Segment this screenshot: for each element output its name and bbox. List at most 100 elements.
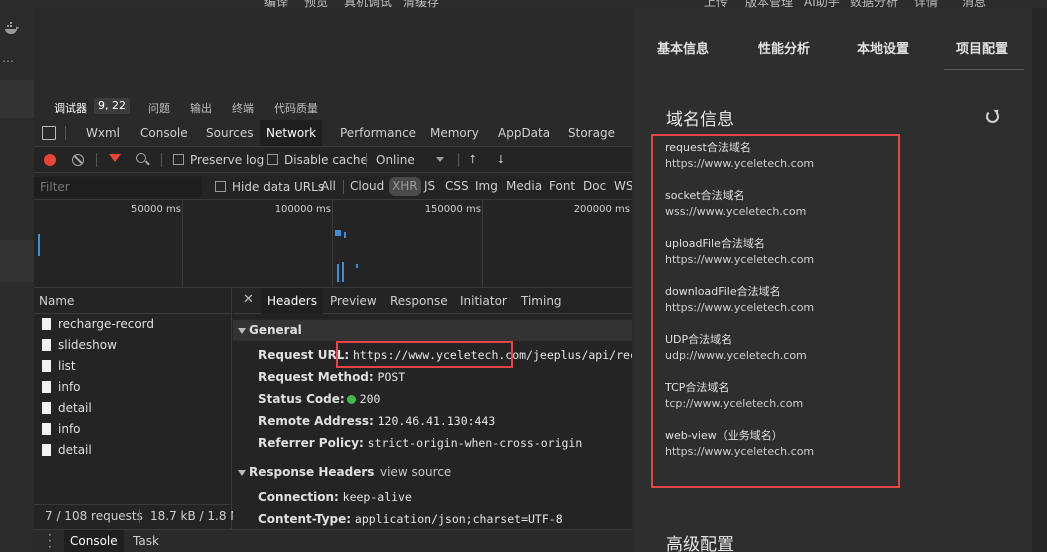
- domain-entry: downloadFile合法域名 https://www.yceletech.co…: [665, 284, 814, 316]
- top-menubar: 编译 预览 真机调试 清缓存 上传 版本管理 AI助手 数据分析 详情 消息: [0, 0, 1047, 8]
- tab-network[interactable]: Network: [260, 120, 323, 146]
- status-code-value: 200: [359, 392, 381, 406]
- disable-cache-checkbox[interactable]: [267, 154, 278, 165]
- type-filter-xhr[interactable]: XHR: [389, 177, 421, 196]
- scrollbar-track[interactable]: [1032, 8, 1047, 552]
- clear-icon[interactable]: [72, 154, 84, 166]
- request-row[interactable]: detail: [34, 398, 231, 419]
- tab-code-quality[interactable]: 代码质量: [274, 100, 318, 116]
- sidebar-block[interactable]: [0, 80, 34, 118]
- tab-headers[interactable]: Headers: [261, 288, 323, 314]
- request-row[interactable]: detail: [34, 440, 231, 461]
- import-har-icon[interactable]: ⭡: [470, 152, 476, 167]
- tab-output[interactable]: 输出: [190, 100, 212, 116]
- name-column-header[interactable]: Name: [34, 288, 231, 314]
- status-ok-icon: [346, 395, 356, 404]
- request-row[interactable]: recharge-record: [34, 314, 231, 335]
- divider: [366, 153, 367, 167]
- search-icon[interactable]: [136, 153, 146, 163]
- remote-address-value: 120.46.41.130:443: [377, 414, 496, 428]
- domain-info-title: 域名信息: [666, 110, 734, 130]
- clear-cache-button[interactable]: 清缓存: [403, 0, 439, 8]
- request-row[interactable]: list: [34, 356, 231, 377]
- hide-data-urls-label: Hide data URLs: [232, 180, 325, 194]
- filter-input[interactable]: [34, 177, 202, 197]
- export-har-icon[interactable]: ⭣: [498, 152, 504, 167]
- throttling-select[interactable]: Online: [376, 153, 415, 167]
- tab-issues[interactable]: 问题: [148, 100, 170, 116]
- compile-button[interactable]: 编译: [264, 0, 288, 8]
- tab-terminal[interactable]: 终端: [232, 100, 254, 116]
- upload-button[interactable]: 上传: [704, 0, 728, 8]
- sidebar-block[interactable]: [0, 240, 34, 282]
- request-row[interactable]: info: [34, 419, 231, 440]
- tab-storage[interactable]: Storage: [562, 120, 621, 146]
- tab-appdata[interactable]: AppData: [492, 120, 556, 146]
- tab-drawer-task[interactable]: Task: [127, 530, 165, 552]
- field-label: Referrer Policy:: [258, 436, 364, 450]
- tab-performance[interactable]: Performance: [334, 120, 422, 146]
- type-filter-media[interactable]: Media: [503, 177, 545, 196]
- type-filter-doc[interactable]: Doc: [580, 177, 609, 196]
- tab-project-config[interactable]: 项目配置: [956, 38, 1008, 57]
- request-row[interactable]: slideshow: [34, 335, 231, 356]
- request-detail-pane: ✕ Headers Preview Response Initiator Tim…: [233, 288, 632, 534]
- network-overview-timeline[interactable]: 50000 ms 100000 ms 150000 ms 200000 ms: [34, 200, 632, 288]
- gridline: [332, 200, 333, 288]
- request-mark: [356, 264, 358, 268]
- device-debug-button[interactable]: 真机调试: [344, 0, 392, 8]
- messages-button[interactable]: 消息: [962, 0, 986, 8]
- drawer-menu-icon[interactable]: · · ·: [48, 529, 52, 552]
- tab-initiator[interactable]: Initiator: [454, 288, 513, 314]
- ai-assistant-button[interactable]: AI助手: [804, 0, 840, 8]
- details-button[interactable]: 详情: [914, 0, 938, 8]
- type-filter-font[interactable]: Font: [546, 177, 578, 196]
- version-button[interactable]: 版本管理: [745, 0, 793, 8]
- view-source-link[interactable]: view source: [380, 462, 451, 483]
- tab-wxml[interactable]: Wxml: [80, 120, 126, 146]
- tab-timing[interactable]: Timing: [515, 288, 568, 314]
- tab-sources[interactable]: Sources: [200, 120, 259, 146]
- type-filter-js[interactable]: JS: [421, 177, 438, 196]
- domain-entry: UDP合法域名 udp://www.yceletech.com: [665, 332, 807, 364]
- domain-name: socket合法域名: [665, 189, 745, 202]
- hide-data-urls-checkbox[interactable]: [215, 181, 226, 192]
- type-filter-all[interactable]: All: [318, 177, 339, 196]
- filter-icon[interactable]: [109, 154, 121, 162]
- general-section-header[interactable]: General: [233, 320, 632, 341]
- tab-drawer-console[interactable]: Console: [64, 530, 124, 552]
- tab-response[interactable]: Response: [384, 288, 454, 314]
- status-code-row: Status Code: 200: [258, 388, 380, 410]
- preview-button[interactable]: 预览: [304, 0, 328, 8]
- file-icon: [42, 360, 51, 372]
- request-row[interactable]: info: [34, 377, 231, 398]
- divider: [96, 153, 97, 167]
- gridline: [182, 200, 183, 288]
- chevron-down-icon[interactable]: [436, 157, 444, 162]
- tab-preview[interactable]: Preview: [324, 288, 383, 314]
- tab-performance-analysis[interactable]: 性能分析: [758, 38, 810, 57]
- simulator-strip: [34, 8, 632, 90]
- request-mark: [337, 264, 339, 282]
- preserve-log-checkbox[interactable]: [173, 154, 184, 165]
- close-icon[interactable]: ✕: [243, 292, 254, 307]
- type-filter-css[interactable]: CSS: [442, 177, 472, 196]
- more-icon[interactable]: ⋯: [2, 54, 15, 68]
- type-filter-img[interactable]: Img: [472, 177, 501, 196]
- error-warning-badge: 9, 22: [94, 98, 130, 114]
- request-list: Name recharge-record slideshow list info…: [34, 288, 232, 534]
- record-icon[interactable]: [44, 154, 56, 166]
- tab-basic-info[interactable]: 基本信息: [657, 38, 709, 57]
- data-analysis-button[interactable]: 数据分析: [850, 0, 898, 8]
- request-name: info: [58, 422, 81, 436]
- tab-local-settings[interactable]: 本地设置: [857, 38, 909, 57]
- tab-memory[interactable]: Memory: [424, 120, 485, 146]
- tab-console[interactable]: Console: [134, 120, 194, 146]
- inspect-element-icon[interactable]: [42, 126, 56, 140]
- type-filter-cloud[interactable]: Cloud: [347, 177, 387, 196]
- remote-address-row: Remote Address: 120.46.41.130:443: [258, 410, 495, 432]
- refresh-icon[interactable]: [986, 110, 999, 123]
- domain-url: wss://www.yceletech.com: [665, 205, 807, 218]
- tab-debugger[interactable]: 调试器: [54, 100, 87, 116]
- response-headers-section-header[interactable]: Response Headers view source: [233, 462, 632, 483]
